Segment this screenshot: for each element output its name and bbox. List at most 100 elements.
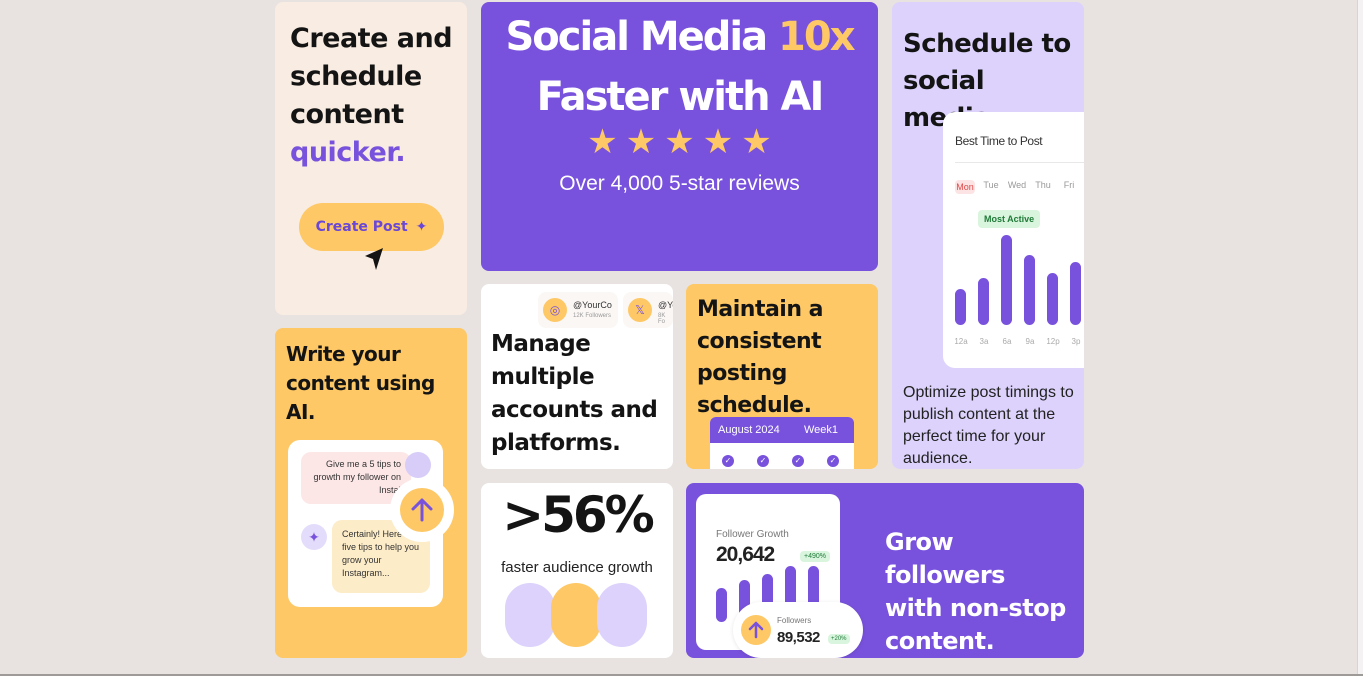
calendar-checks: ✓ ✓ ✓ ✓ bbox=[710, 443, 854, 467]
accounts-line4: platforms. bbox=[491, 430, 621, 456]
best-time-panel: Best Time to Post Mon Tue Wed Thu Fri Mo… bbox=[943, 112, 1084, 368]
day-tue[interactable]: Tue bbox=[981, 180, 1001, 194]
create-content-card: Create and schedule content quicker. Cre… bbox=[275, 2, 467, 315]
activity-bar bbox=[1047, 273, 1058, 325]
write-card-heading: Write your content using AI. bbox=[286, 340, 466, 427]
instagram-icon: ◎ bbox=[543, 298, 567, 322]
calendar-widget: August 2024 Week1 ✓ ✓ ✓ ✓ bbox=[710, 417, 854, 469]
followers-summary: Followers 89,532 +20% bbox=[733, 602, 863, 658]
star-icon: ★ bbox=[702, 123, 734, 161]
account-followers: 8K Fo bbox=[658, 313, 666, 325]
write-ai-card: Write your content using AI. Give me a 5… bbox=[275, 328, 467, 658]
hour-label: 3a bbox=[979, 337, 989, 346]
activity-bar bbox=[1001, 235, 1012, 325]
send-button[interactable] bbox=[390, 478, 454, 542]
followers-value: 89,532 bbox=[777, 629, 820, 646]
schedule-card: Schedule to social media. Best Time to P… bbox=[892, 2, 1084, 469]
accounts-line2: multiple bbox=[491, 364, 595, 390]
hour-label: 3p bbox=[1071, 337, 1081, 346]
reviews-text: Over 4,000 5-star reviews bbox=[559, 172, 800, 195]
day-selector: Mon Tue Wed Thu Fri bbox=[955, 180, 1079, 194]
hour-label: 12p bbox=[1046, 337, 1060, 346]
account-followers: 12K Followers bbox=[573, 313, 612, 319]
day-fri[interactable]: Fri bbox=[1059, 180, 1079, 194]
create-card-line1: Create and bbox=[290, 23, 453, 54]
calendar-week: Week1 bbox=[803, 424, 838, 436]
cursor-arrow-icon bbox=[365, 248, 383, 270]
activity-bar bbox=[1024, 255, 1035, 325]
activity-bar bbox=[978, 278, 989, 325]
growth-stat-label: faster audience growth bbox=[501, 559, 653, 576]
write-line2: content using AI. bbox=[286, 371, 435, 424]
activity-bar bbox=[955, 289, 966, 325]
growth-stat-card: >56% faster audience growth bbox=[481, 483, 673, 658]
accounts-card-heading: Manage multiple accounts and platforms. bbox=[491, 328, 673, 460]
send-button-inner bbox=[400, 488, 444, 532]
star-icon: ★ bbox=[587, 123, 618, 161]
day-thu[interactable]: Thu bbox=[1033, 180, 1053, 194]
follower-growth-label: Follower Growth bbox=[716, 529, 789, 540]
create-card-line2: schedule bbox=[290, 61, 422, 92]
hero-card: Social Media 10x Faster with AI ★ ★ ★ ★ … bbox=[481, 2, 878, 271]
ai-sparkle-icon: ✦ bbox=[301, 524, 327, 550]
avatar bbox=[505, 583, 555, 647]
arrow-up-icon bbox=[411, 498, 433, 522]
hour-labels: 12a 3a 6a 9a 12p 3p bbox=[953, 337, 1084, 346]
panel-divider bbox=[955, 162, 1084, 163]
followers-change: +20% bbox=[828, 634, 850, 644]
calendar-header: August 2024 Week1 bbox=[710, 417, 854, 443]
write-line1: Write your bbox=[286, 342, 401, 366]
most-active-badge: Most Active bbox=[978, 210, 1041, 228]
user-avatar bbox=[405, 452, 431, 478]
follower-growth-change: +490% bbox=[800, 551, 830, 562]
consistent-card-heading: Maintain a consistent posting schedule. bbox=[697, 294, 877, 422]
check-icon: ✓ bbox=[792, 455, 804, 467]
day-mon[interactable]: Mon bbox=[955, 180, 975, 194]
grow-line2: with non-stop bbox=[885, 594, 1066, 622]
x-logo-icon: 𝕏 bbox=[628, 298, 652, 322]
star-rating: ★ ★ ★ ★ ★ bbox=[481, 125, 878, 159]
schedule-description: Optimize post timings to publish content… bbox=[903, 384, 1074, 467]
consistent-line1: Maintain a bbox=[697, 297, 824, 322]
calendar-month: August 2024 bbox=[718, 424, 780, 436]
growth-stat-value: >56% bbox=[502, 486, 655, 544]
hero-title-highlight: 10x bbox=[778, 14, 855, 60]
hero-title-line1: Social Media 10x bbox=[481, 14, 878, 60]
hero-title-line2: Faster with AI bbox=[536, 74, 825, 120]
hero-title-part1: Social Media bbox=[505, 14, 779, 60]
accounts-line3: accounts and bbox=[491, 397, 658, 423]
create-card-accent: quicker. bbox=[290, 137, 406, 168]
scrollbar[interactable] bbox=[1357, 0, 1363, 676]
create-post-button[interactable]: Create Post ✦ bbox=[299, 203, 444, 251]
hour-label: 12a bbox=[954, 337, 968, 346]
followers-label: Followers bbox=[777, 616, 812, 625]
check-icon: ✓ bbox=[757, 455, 769, 467]
accounts-line1: Manage bbox=[491, 331, 591, 357]
day-wed[interactable]: Wed bbox=[1007, 180, 1027, 194]
account-handle: @Yo bbox=[658, 300, 673, 310]
activity-bar bbox=[1070, 262, 1081, 325]
instagram-account-chip: ◎ @YourCo 12K Followers bbox=[538, 292, 618, 328]
grow-line1: Grow followers bbox=[885, 528, 1005, 589]
create-card-heading: Create and schedule content quicker. bbox=[290, 20, 465, 172]
consistent-line2: consistent bbox=[697, 329, 822, 354]
create-card-line3: content bbox=[290, 99, 404, 130]
grow-card-heading: Grow followers with non-stop content. bbox=[885, 526, 1080, 658]
hour-label: 9a bbox=[1025, 337, 1035, 346]
check-icon: ✓ bbox=[827, 455, 839, 467]
followers-arrow-badge bbox=[741, 615, 771, 645]
follower-growth-value: 20,642 bbox=[716, 543, 775, 566]
star-icon: ★ bbox=[741, 123, 772, 161]
accounts-card: ◎ @YourCo 12K Followers 𝕏 @Yo 8K Fo Mana… bbox=[481, 284, 673, 469]
grow-followers-card: Follower Growth 20,642 +490% Followers 8… bbox=[686, 483, 1084, 658]
check-icon: ✓ bbox=[722, 455, 734, 467]
account-handle: @YourCo bbox=[573, 300, 612, 310]
arrow-up-icon bbox=[748, 621, 764, 639]
create-post-label: Create Post bbox=[315, 219, 408, 235]
growth-bar bbox=[716, 588, 727, 622]
x-account-chip: 𝕏 @Yo 8K Fo bbox=[623, 292, 673, 328]
star-icon: ★ bbox=[664, 123, 695, 161]
schedule-line1: Schedule to bbox=[903, 29, 1071, 59]
sparkle-icon: ✦ bbox=[415, 219, 428, 235]
hour-label: 6a bbox=[1002, 337, 1012, 346]
